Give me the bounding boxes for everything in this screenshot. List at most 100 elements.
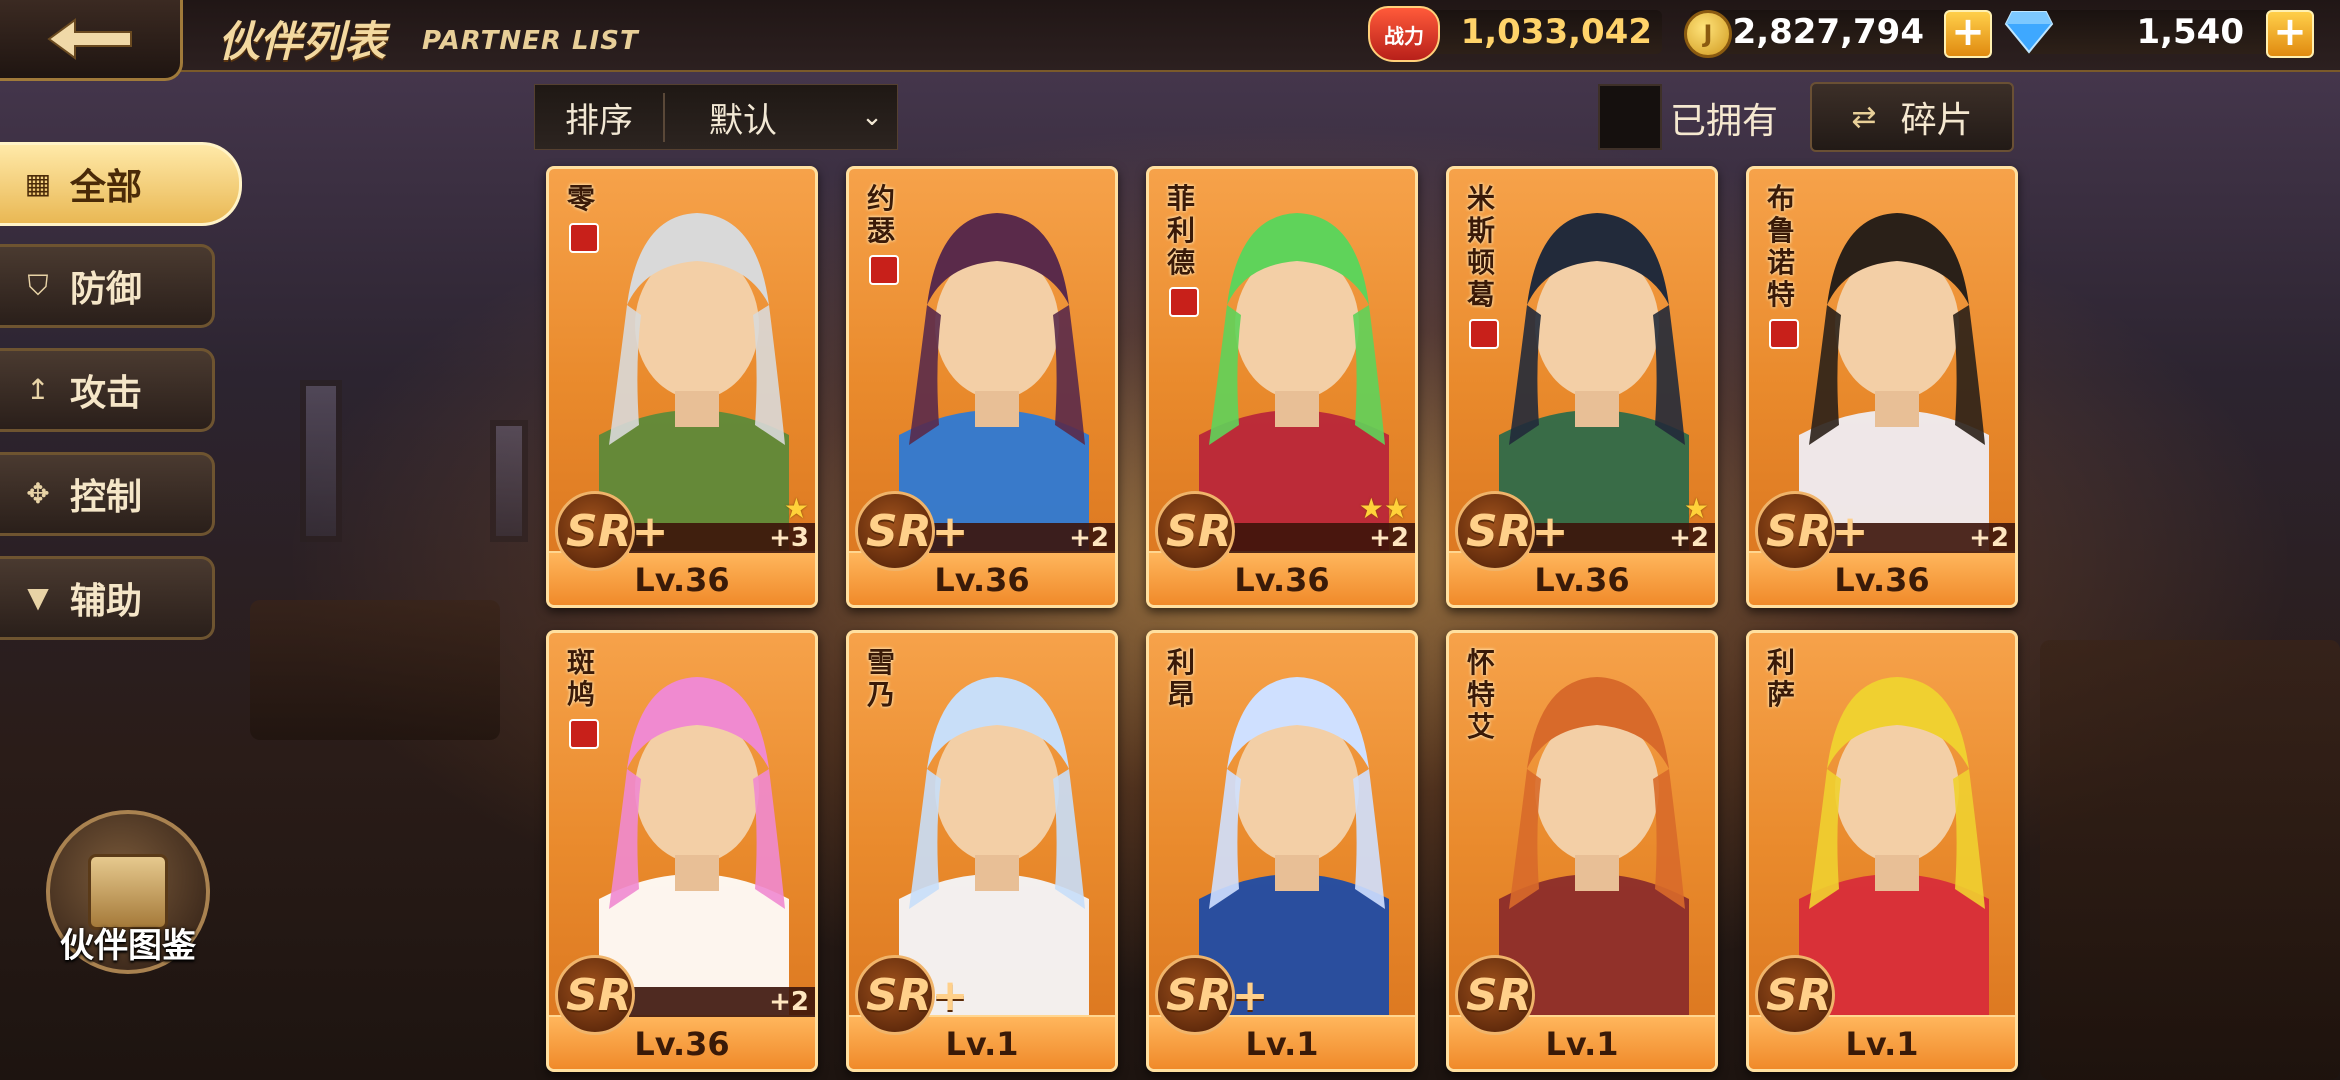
- add-gold-button[interactable]: +: [1944, 10, 1992, 58]
- partner-card[interactable]: 约瑟 +2 SR+ Lv.36: [846, 166, 1118, 608]
- chevron-down-icon: ⌄: [861, 102, 883, 132]
- rarity-badge: SR+: [1755, 491, 1868, 571]
- partner-card[interactable]: 利萨 SR Lv.1: [1746, 630, 2018, 1072]
- partner-level: Lv.36: [934, 561, 1030, 599]
- upgrade-count: +2: [769, 987, 809, 1017]
- partner-name: 约瑟: [867, 182, 896, 247]
- sort-label: 排序: [535, 92, 665, 142]
- rarity-badge: SR+: [855, 491, 968, 571]
- rarity-badge: SR+: [1155, 955, 1268, 1035]
- partner-card[interactable]: 利昂 SR+ Lv.1: [1146, 630, 1418, 1072]
- partner-name: 利萨: [1767, 646, 1796, 711]
- upgrade-count: +2: [1669, 523, 1709, 553]
- owned-label: 已拥有: [1670, 101, 1779, 142]
- fragments-button[interactable]: ⇄ 碎片: [1810, 82, 2014, 152]
- partner-catalog-label: 伙伴图鉴: [60, 926, 196, 966]
- sort-dropdown[interactable]: 排序 默认 ⌄: [534, 84, 898, 150]
- partner-level: Lv.36: [1834, 561, 1930, 599]
- role-badge-icon: [1469, 319, 1499, 349]
- partner-name: 怀特艾: [1467, 646, 1496, 743]
- gem-value: 1,540: [2136, 12, 2244, 52]
- sword-icon: ↥: [26, 373, 50, 406]
- rarity-badge: SR+: [1455, 491, 1568, 571]
- rarity-label: SR+: [1466, 505, 1569, 557]
- partner-card[interactable]: 零 +3 ★ SR+ Lv.36: [546, 166, 818, 608]
- partner-level: Lv.1: [945, 1025, 1019, 1063]
- rarity-badge: SR: [1755, 955, 1835, 1035]
- back-button[interactable]: [0, 0, 183, 81]
- rarity-label: SR+: [1166, 969, 1269, 1021]
- partner-level: Lv.36: [1234, 561, 1330, 599]
- upgrade-count: +2: [1069, 523, 1109, 553]
- sidebar-item-all[interactable]: ▦ 全部: [0, 142, 242, 226]
- combat-power-value: 1,033,042: [1460, 12, 1652, 52]
- rarity-label: SR+: [866, 969, 969, 1021]
- rarity-label: SR: [566, 969, 632, 1021]
- partner-card[interactable]: 怀特艾 SR Lv.1: [1446, 630, 1718, 1072]
- partner-name: 雪乃: [867, 646, 896, 711]
- support-icon: ▼: [27, 581, 49, 614]
- fragments-label: 碎片: [1900, 100, 1973, 141]
- rarity-badge: SR+: [555, 491, 668, 571]
- upgrade-count: +2: [1969, 523, 2009, 553]
- gold-coin-icon: J: [1684, 10, 1732, 58]
- add-gem-button[interactable]: +: [2266, 10, 2314, 58]
- star-icon: ★: [783, 492, 809, 525]
- rarity-label: SR+: [566, 505, 669, 557]
- sidebar-item-defense[interactable]: ⛉ 防御: [0, 244, 215, 328]
- page-title: 伙伴列表: [218, 17, 387, 66]
- back-arrow-icon: [47, 18, 132, 60]
- partner-card[interactable]: 米斯顿葛 +2 ★ SR+ Lv.36: [1446, 166, 1718, 608]
- sidebar-item-label: 全部: [70, 167, 143, 208]
- background-window: [300, 380, 342, 542]
- star-icon: ★: [1683, 492, 1709, 525]
- partner-list-screen: 伙伴列表 PARTNER LIST 1,033,042 战力 2,827,794…: [0, 0, 2340, 1080]
- diamond-icon: [2004, 8, 2054, 54]
- control-icon: ✥: [26, 477, 50, 510]
- combat-power-icon: 战力: [1368, 6, 1440, 62]
- sidebar-item-label: 辅助: [70, 581, 143, 622]
- rarity-badge: SR+: [855, 955, 968, 1035]
- partner-level: Lv.1: [1245, 1025, 1319, 1063]
- partner-name: 零: [567, 182, 596, 215]
- partner-card[interactable]: 雪乃 SR+ Lv.1: [846, 630, 1118, 1072]
- partner-name: 利昂: [1167, 646, 1196, 711]
- gold-value: 2,827,794: [1732, 12, 1924, 52]
- role-badge-icon: [869, 255, 899, 285]
- rarity-label: SR: [1166, 505, 1232, 557]
- sidebar-item-control[interactable]: ✥ 控制: [0, 452, 215, 536]
- sort-value: 默认: [709, 100, 777, 141]
- star-icon: ★★: [1358, 492, 1409, 525]
- partner-card[interactable]: 布鲁诺特 +2 SR+ Lv.36: [1746, 166, 2018, 608]
- partner-level: Lv.1: [1545, 1025, 1619, 1063]
- partner-card[interactable]: 斑鸠 +2 SR Lv.36: [546, 630, 818, 1072]
- rarity-badge: SR: [555, 955, 635, 1035]
- swap-icon: ⇄: [1851, 99, 1877, 135]
- shield-icon: ⛉: [27, 269, 49, 302]
- sidebar-item-attack[interactable]: ↥ 攻击: [0, 348, 215, 432]
- background-table: [250, 600, 500, 740]
- sidebar-item-support[interactable]: ▼ 辅助: [0, 556, 215, 640]
- partner-level: Lv.36: [1534, 561, 1630, 599]
- upgrade-count: +2: [1369, 523, 1409, 553]
- sidebar-item-label: 控制: [70, 477, 143, 518]
- partner-name: 米斯顿葛: [1467, 182, 1496, 311]
- partner-card[interactable]: 菲利德 +2 ★★ SR Lv.36: [1146, 166, 1418, 608]
- partner-level: Lv.36: [634, 1025, 730, 1063]
- sidebar-item-label: 攻击: [70, 373, 143, 414]
- background-railing: [2040, 640, 2340, 1080]
- rarity-badge: SR: [1155, 491, 1235, 571]
- partner-name: 斑鸠: [567, 646, 596, 711]
- page-subtitle: PARTNER LIST: [422, 26, 639, 56]
- rarity-badge: SR: [1455, 955, 1535, 1035]
- role-badge-icon: [569, 719, 599, 749]
- upgrade-count: +3: [769, 523, 809, 553]
- owned-checkbox[interactable]: [1598, 84, 1662, 150]
- rarity-label: SR+: [866, 505, 969, 557]
- role-badge-icon: [569, 223, 599, 253]
- sidebar-item-label: 防御: [70, 269, 143, 310]
- rarity-label: SR: [1766, 969, 1832, 1021]
- rarity-label: SR+: [1766, 505, 1869, 557]
- background-window: [490, 420, 528, 542]
- grid-icon: ▦: [24, 167, 52, 200]
